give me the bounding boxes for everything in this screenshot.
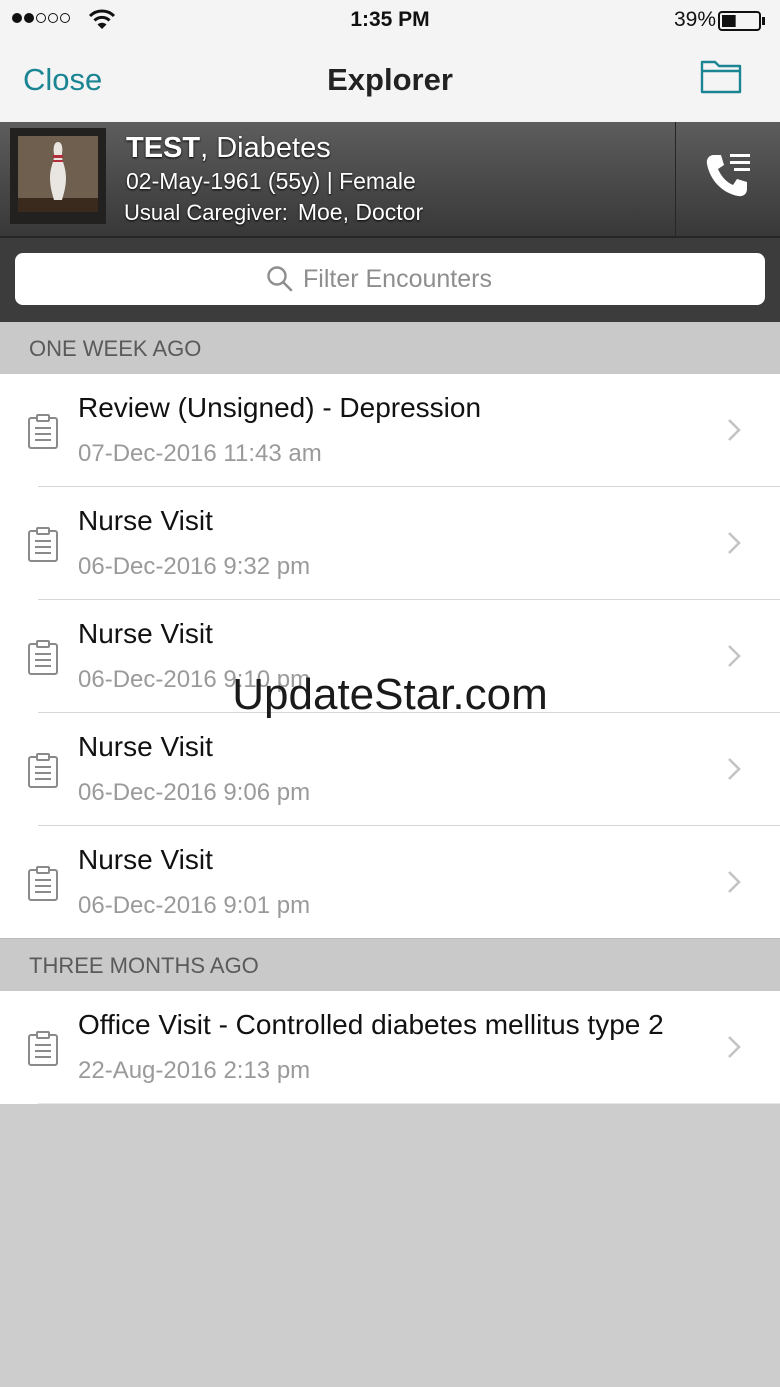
- phone-icon: [706, 154, 750, 197]
- folder-icon[interactable]: [700, 58, 742, 94]
- encounter-title: Office Visit - Controlled diabetes melli…: [78, 1009, 664, 1040]
- navigation-bar: Close Explorer: [0, 40, 780, 123]
- patient-last-name: TEST: [126, 132, 201, 164]
- patient-banner: TEST, Diabetes 02-May-1961 (55y) | Femal…: [0, 122, 780, 238]
- patient-name: TEST, Diabetes: [126, 132, 331, 165]
- chevron-right-icon: [728, 871, 741, 893]
- chevron-right-icon: [728, 419, 741, 441]
- filter-encounters-input[interactable]: [303, 259, 743, 299]
- section-header-three-months-ago: THREE MONTHS AGO: [0, 939, 780, 991]
- caregiver-name: Moe, Doctor: [297, 199, 424, 225]
- encounter-list-one-week-ago: Review (Unsigned) - Depression 07-Dec-20…: [0, 374, 780, 939]
- clipboard-icon: [28, 1031, 58, 1066]
- patient-dob-gender: 02-May-1961 (55y) | Female: [126, 168, 416, 194]
- search-bar: [0, 238, 780, 322]
- row-divider: [38, 1103, 780, 1104]
- clipboard-icon: [28, 640, 58, 675]
- section-header-label: THREE MONTHS AGO: [29, 953, 259, 978]
- encounter-date: 06-Dec-2016 9:01 pm: [78, 892, 311, 919]
- patient-avatar: [10, 128, 106, 224]
- encounter-date: 07-Dec-2016 11:43 am: [78, 440, 322, 467]
- encounter-title: Nurse Visit: [78, 731, 213, 762]
- encounter-date: 06-Dec-2016 9:06 pm: [78, 779, 311, 806]
- battery-icon: [718, 11, 765, 31]
- caregiver-label: Usual Caregiver:: [124, 200, 288, 225]
- encounter-row[interactable]: Nurse Visit 06-Dec-2016 9:06 pm: [0, 713, 780, 826]
- encounter-title: Nurse Visit: [78, 505, 213, 536]
- encounter-title: Review (Unsigned) - Depression: [78, 392, 482, 423]
- encounter-date: 22-Aug-2016 2:13 pm: [78, 1057, 311, 1084]
- patient-first-name: , Diabetes: [200, 132, 331, 164]
- section-header-one-week-ago: ONE WEEK AGO: [0, 322, 780, 374]
- encounter-list-three-months-ago: Office Visit - Controlled diabetes melli…: [0, 991, 780, 1104]
- encounter-title: Nurse Visit: [78, 618, 213, 649]
- status-bar: 1:35 PM 39%: [0, 0, 780, 40]
- clipboard-icon: [28, 527, 58, 562]
- search-box[interactable]: [15, 253, 765, 305]
- battery-percent: 39%: [673, 8, 716, 31]
- encounter-row[interactable]: Review (Unsigned) - Depression 07-Dec-20…: [0, 374, 780, 487]
- encounter-title: Nurse Visit: [78, 844, 213, 875]
- patient-photo-icon: [10, 128, 106, 224]
- search-icon: [267, 266, 293, 292]
- encounter-row[interactable]: Nurse Visit 06-Dec-2016 9:32 pm: [0, 487, 780, 600]
- clipboard-icon: [28, 866, 58, 901]
- call-menu-button[interactable]: [675, 122, 780, 236]
- chevron-right-icon: [728, 645, 741, 667]
- chevron-right-icon: [728, 1036, 741, 1058]
- encounter-date: 06-Dec-2016 9:10 pm: [78, 666, 311, 693]
- encounter-row[interactable]: Nurse Visit 06-Dec-2016 9:01 pm: [0, 826, 780, 939]
- chevron-right-icon: [728, 758, 741, 780]
- page-title: Explorer: [327, 62, 453, 97]
- encounter-date: 06-Dec-2016 9:32 pm: [78, 553, 311, 580]
- section-header-label: ONE WEEK AGO: [29, 336, 202, 361]
- encounter-row[interactable]: Nurse Visit 06-Dec-2016 9:10 pm: [0, 600, 780, 713]
- clipboard-icon: [28, 753, 58, 788]
- patient-caregiver: Usual Caregiver: Moe, Doctor: [124, 199, 423, 226]
- encounter-row[interactable]: Office Visit - Controlled diabetes melli…: [0, 991, 780, 1104]
- chevron-right-icon: [728, 532, 741, 554]
- clipboard-icon: [28, 414, 58, 449]
- status-time: 1:35 PM: [350, 8, 430, 31]
